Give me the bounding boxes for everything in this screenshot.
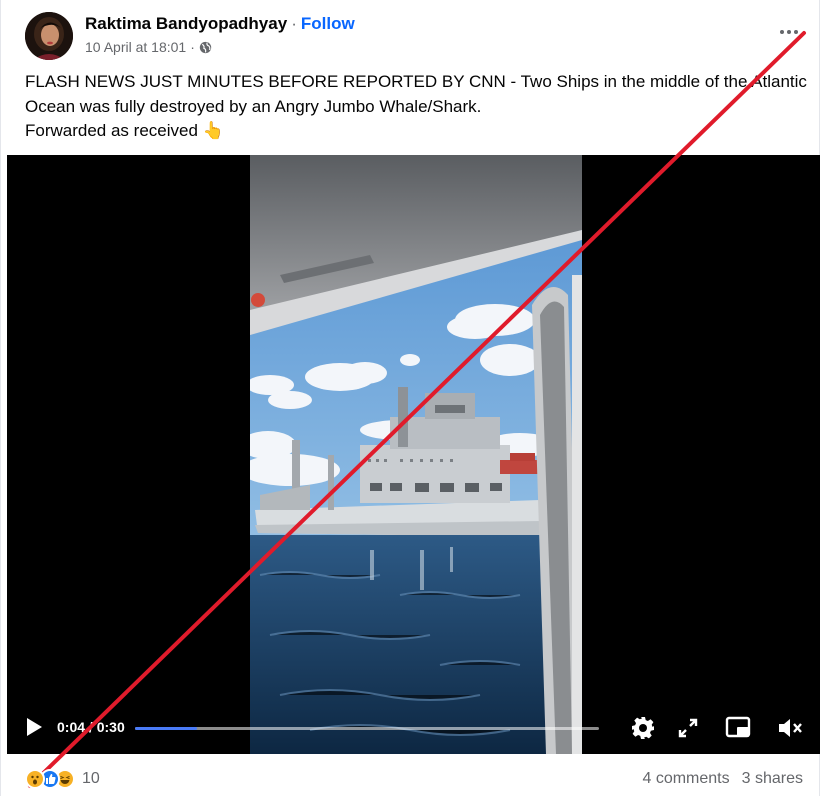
video-frame [250, 155, 582, 754]
mute-icon[interactable] [777, 716, 805, 745]
more-options-icon[interactable] [775, 22, 803, 42]
progress-bar[interactable] [135, 727, 599, 730]
timestamp-separator: · [190, 39, 195, 55]
video-player[interactable]: 0:04 / 0:30 [7, 155, 820, 754]
post-footer: 10 4 comments 3 shares [1, 754, 820, 796]
post-meta: 10 April at 18:01 · [85, 39, 212, 55]
wow-reaction-icon [25, 769, 45, 789]
video-time: 0:04 / 0:30 [57, 719, 125, 735]
globe-icon[interactable] [199, 41, 212, 54]
post-timestamp[interactable]: 10 April at 18:01 [85, 39, 186, 55]
shares-count[interactable]: 3 shares [742, 770, 803, 787]
settings-icon[interactable] [631, 716, 655, 745]
follow-button[interactable]: Follow [301, 14, 355, 33]
separator-dot: · [291, 14, 297, 33]
post-text-line: Ocean was fully destroyed by an Angry Ju… [25, 96, 482, 116]
picture-in-picture-icon[interactable] [725, 716, 751, 745]
reaction-count[interactable]: 10 [82, 770, 100, 788]
play-icon[interactable] [23, 716, 45, 743]
reactions-summary[interactable]: 10 [25, 768, 100, 790]
current-time: 0:04 [57, 719, 86, 735]
time-separator: / [85, 719, 97, 735]
post-stats: 4 comments 3 shares [630, 770, 803, 788]
post-text: FLASH NEWS JUST MINUTES BEFORE REPORTED … [25, 70, 807, 144]
facebook-post: Raktima Bandyopadhyay · Follow 10 April at… [0, 0, 820, 796]
video-controls: 0:04 / 0:30 [7, 702, 820, 754]
post-header: Raktima Bandyopadhyay · Follow 10 April at… [25, 10, 805, 60]
progress-fill [135, 727, 197, 730]
post-text-line: FLASH NEWS JUST MINUTES BEFORE REPORTED … [25, 72, 807, 91]
post-text-line: Forwarded as received 👆 [25, 121, 224, 140]
fullscreen-icon[interactable] [677, 717, 699, 744]
avatar[interactable] [25, 12, 73, 60]
duration: 0:30 [96, 719, 125, 735]
comments-count[interactable]: 4 comments [642, 770, 729, 787]
author-name[interactable]: Raktima Bandyopadhyay [85, 14, 287, 33]
